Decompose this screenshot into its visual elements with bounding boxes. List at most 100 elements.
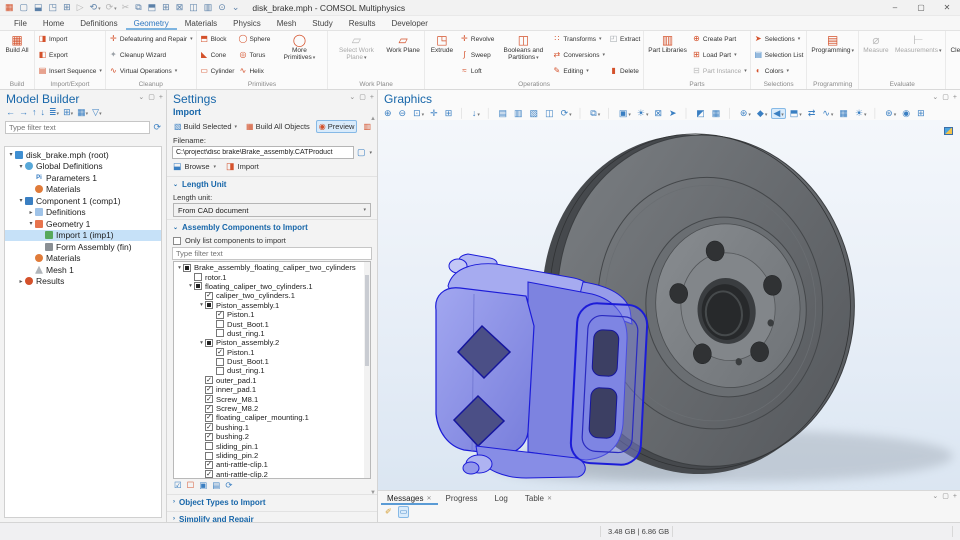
- separator[interactable]: │: [576, 108, 587, 119]
- cylinder-button[interactable]: ▭Cylinder: [200, 67, 235, 75]
- messages-tab[interactable]: Progress: [440, 491, 487, 505]
- grid-icon[interactable]: ▦: [837, 108, 851, 119]
- insert-sequence-button[interactable]: ▤Insert Sequence▾: [38, 67, 102, 75]
- load-part-button[interactable]: ⊞Load Part▾: [692, 51, 747, 59]
- block-button[interactable]: ⬒Block: [200, 35, 235, 43]
- maximize-button[interactable]: ▢: [908, 0, 934, 15]
- float-panel-icon[interactable]: ▢: [942, 493, 949, 500]
- component-row[interactable]: Dust_Boot.1: [174, 319, 370, 328]
- ribbon-tab[interactable]: Physics: [225, 16, 269, 30]
- windows-icon[interactable]: ◫: [189, 3, 199, 12]
- ribbon-tab[interactable]: Geometry: [126, 16, 177, 30]
- create-part-button[interactable]: ⊕Create Part: [692, 35, 747, 43]
- torus-button[interactable]: ◎Torus: [238, 51, 270, 59]
- uncheck-all-icon[interactable]: ☐: [187, 481, 195, 490]
- refresh-filter-icon[interactable]: ⟳: [153, 123, 161, 132]
- conversions-button[interactable]: ⇄Conversions▾: [552, 51, 605, 59]
- new-file-icon[interactable]: ▢: [20, 3, 30, 12]
- view-xy-icon[interactable]: ▤: [497, 108, 511, 119]
- component-row[interactable]: sliding_pin.2: [174, 451, 370, 460]
- render-mode-icon[interactable]: ▣▾: [617, 108, 633, 119]
- material-color-icon[interactable]: ◆▾: [755, 108, 769, 119]
- ribbon-tab[interactable]: Mesh: [269, 16, 305, 30]
- component-checkbox[interactable]: [216, 367, 224, 375]
- component-checkbox[interactable]: [205, 376, 213, 384]
- helix-button[interactable]: ∿Helix: [238, 67, 270, 75]
- auto-scroll-icon[interactable]: ▭: [398, 506, 410, 518]
- float-panel-icon[interactable]: ▢: [359, 94, 366, 101]
- ribbon-tab[interactable]: File: [6, 16, 35, 30]
- delete-icon[interactable]: ⊠: [176, 3, 185, 12]
- rotate-view-icon[interactable]: ⟳▾: [559, 108, 574, 119]
- component-checkbox[interactable]: [194, 282, 202, 290]
- environment-icon[interactable]: ⬒▾: [788, 108, 804, 119]
- tree-caret-icon[interactable]: ▾: [27, 220, 35, 227]
- undo-icon[interactable]: ⟲▾: [90, 3, 101, 12]
- tree-caret-icon[interactable]: ▸: [27, 209, 35, 216]
- model-tree-item[interactable]: ▾ Component 1 (comp1): [5, 195, 161, 207]
- copy-image-icon[interactable]: ⧉▾: [588, 108, 602, 119]
- move-down-icon[interactable]: ↓: [41, 108, 46, 117]
- component-checkbox[interactable]: [205, 386, 213, 394]
- pin-panel-icon[interactable]: +: [953, 94, 957, 101]
- component-row[interactable]: ▾ Piston_assembly.1: [174, 301, 370, 310]
- redo-icon[interactable]: ⟳▾: [106, 3, 117, 12]
- component-checkbox[interactable]: [205, 442, 213, 450]
- component-row[interactable]: Screw_M8.2: [174, 404, 370, 413]
- colors-button[interactable]: ◐Colors▾: [754, 67, 804, 75]
- collapse-panel-icon[interactable]: ⌄: [932, 94, 938, 101]
- model-tree-item[interactable]: Mesh 1: [5, 264, 161, 276]
- model-tree-item[interactable]: Materials: [5, 184, 161, 196]
- snapshot-icon[interactable]: ◉: [900, 108, 913, 119]
- component-checkbox[interactable]: [183, 264, 191, 272]
- tree-caret-icon[interactable]: ▾: [176, 265, 183, 271]
- component-checkbox[interactable]: [216, 320, 224, 328]
- pointer-icon[interactable]: ➤: [667, 108, 680, 119]
- close-icon[interactable]: ✕: [426, 495, 431, 502]
- zoom-box-icon[interactable]: ⊞: [443, 108, 456, 119]
- play-direction-icon[interactable]: ◀▾: [771, 108, 785, 119]
- sweep-button[interactable]: ∫Sweep: [460, 51, 494, 59]
- length-unit-select[interactable]: From CAD document▾: [173, 203, 371, 217]
- preview-button[interactable]: ◉Preview: [316, 120, 358, 133]
- model-tree-item[interactable]: ▾ Geometry 1: [5, 218, 161, 230]
- model-tree-item[interactable]: Parameters 1: [5, 172, 161, 184]
- float-panel-icon[interactable]: ▢: [148, 94, 155, 101]
- graphics-canvas[interactable]: [378, 120, 960, 490]
- component-row[interactable]: Dust_Boot.1: [174, 357, 370, 366]
- virtual-operations-button[interactable]: ∿Virtual Operations▾: [109, 67, 193, 75]
- duplicate-icon[interactable]: ⊞: [162, 3, 171, 12]
- model-manager-icon[interactable]: ▥: [204, 3, 214, 12]
- component-row[interactable]: anti-rattle-clip.1: [174, 460, 370, 469]
- print-icon[interactable]: ⊞: [915, 108, 928, 119]
- component-row[interactable]: caliper_two_cylinders.1: [174, 291, 370, 300]
- scene-settings-icon[interactable]: ⊛▾: [738, 108, 753, 119]
- zoom-out-icon[interactable]: ⊖: [397, 108, 410, 119]
- programming-button[interactable]: ▤Programming▾: [809, 33, 856, 79]
- tree-caret-icon[interactable]: ▾: [198, 302, 205, 308]
- import-button[interactable]: ◨Import: [38, 35, 102, 43]
- settings-icon[interactable]: ⊛▾: [883, 108, 898, 119]
- component-row[interactable]: bushing.2: [174, 432, 370, 441]
- close-icon[interactable]: ✕: [547, 495, 552, 502]
- separator[interactable]: │: [484, 108, 495, 119]
- separator[interactable]: │: [725, 108, 736, 119]
- model-tree-item[interactable]: Import 1 (imp1): [5, 230, 161, 242]
- filter-nodes-icon[interactable]: ▽▾: [92, 108, 101, 117]
- group-selection-icon[interactable]: ▤: [212, 481, 220, 490]
- zoom-extents-icon[interactable]: ⊡▾: [411, 108, 426, 119]
- separator[interactable]: │: [457, 108, 468, 119]
- component-checkbox[interactable]: [216, 358, 224, 366]
- model-tree-filter-input[interactable]: [5, 121, 150, 134]
- cut-icon[interactable]: ✂: [122, 3, 131, 12]
- component-checkbox[interactable]: [205, 423, 213, 431]
- pin-panel-icon[interactable]: +: [370, 94, 374, 101]
- extract-button[interactable]: ◰Extract: [609, 35, 640, 43]
- section-length-unit[interactable]: ⌄Length Unit: [167, 176, 377, 191]
- build-selected-button[interactable]: ▧Build Selected▾: [171, 120, 240, 133]
- part-libraries-button[interactable]: ▥Part Libraries: [646, 33, 689, 79]
- go-to-default-view-icon[interactable]: ✛: [428, 108, 441, 119]
- defeaturing-and-repair-button[interactable]: ✛Defeaturing and Repair▾: [109, 35, 193, 43]
- clear-messages-icon[interactable]: ✐: [383, 506, 394, 518]
- move-up-icon[interactable]: ↑: [32, 108, 37, 117]
